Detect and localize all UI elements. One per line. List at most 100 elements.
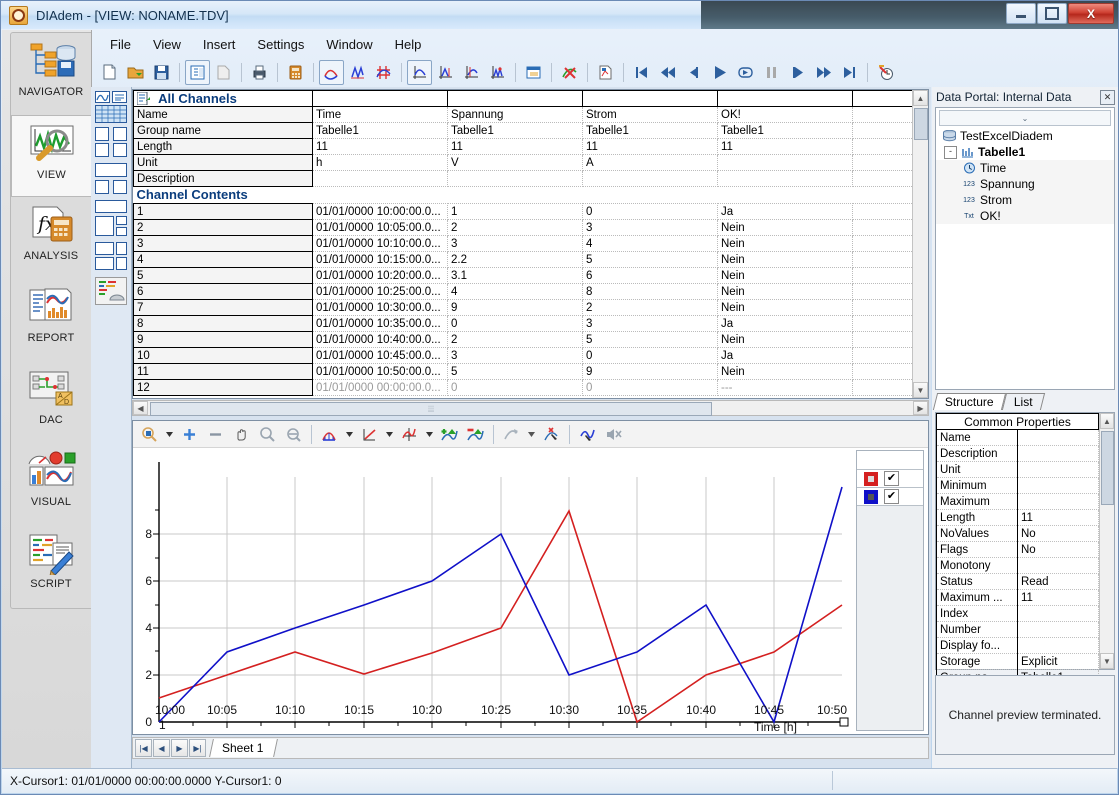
axis-band-icon[interactable] xyxy=(459,60,484,85)
table-cell[interactable]: 4 xyxy=(582,235,718,252)
table-full-icon[interactable] xyxy=(95,105,127,123)
curve-multi-icon[interactable] xyxy=(345,60,370,85)
property-value[interactable]: Read xyxy=(1017,573,1099,590)
table-cell[interactable]: 01/01/0000 10:20:00.0... xyxy=(312,267,448,284)
print-preview-icon[interactable] xyxy=(211,60,236,85)
table-cell[interactable]: Nein xyxy=(717,299,853,316)
table-cell[interactable] xyxy=(312,170,448,187)
table-row[interactable]: Group name Tabelle1 Tabelle1 Tabelle1 Ta… xyxy=(133,122,928,139)
split-2x2-icon[interactable] xyxy=(95,127,109,141)
table-cell[interactable]: 3 xyxy=(582,315,718,332)
magnify-area-icon[interactable] xyxy=(255,422,280,447)
minimize-button[interactable] xyxy=(1006,3,1036,24)
table-cell[interactable]: 01/01/0000 10:50:00.0... xyxy=(312,363,448,380)
table-row[interactable]: 7 01/01/0000 10:30:00.0... 9 2 Nein xyxy=(133,299,928,316)
line-style-dropdown-icon[interactable] xyxy=(383,422,396,447)
table-cell[interactable]: Spannung xyxy=(447,106,583,123)
remove-curve-icon[interactable] xyxy=(463,422,488,447)
tab-list[interactable]: List xyxy=(1001,393,1045,410)
property-value[interactable] xyxy=(1017,605,1099,622)
sheet-last-button[interactable]: ▶| xyxy=(189,739,206,757)
scroll-up-button[interactable]: ▲ xyxy=(913,90,928,106)
table-cell[interactable]: Nein xyxy=(717,267,853,284)
table-cell[interactable]: 01/01/0000 10:40:00.0... xyxy=(312,331,448,348)
close-icon[interactable]: ✕ xyxy=(1100,89,1115,105)
table-cell[interactable]: 01/01/0000 10:25:00.0... xyxy=(312,283,448,300)
property-row[interactable]: Monotony xyxy=(936,557,1099,574)
table-cell[interactable]: 2 xyxy=(447,331,583,348)
cursor-zoom-icon[interactable] xyxy=(137,422,162,447)
list-preview-icon[interactable] xyxy=(112,91,127,103)
sidebar-item-visual[interactable]: VISUAL xyxy=(11,443,91,525)
split-2x2-icon[interactable] xyxy=(95,143,109,157)
table-cell[interactable]: 3 xyxy=(447,347,583,364)
table-cell[interactable]: Nein xyxy=(717,219,853,236)
property-row[interactable]: Flags No xyxy=(936,541,1099,558)
zoom-out-icon[interactable] xyxy=(203,422,228,447)
split-three-icon[interactable] xyxy=(95,257,114,270)
table-cell[interactable]: 4 xyxy=(447,283,583,300)
color-swatch[interactable] xyxy=(864,489,878,504)
play-icon[interactable] xyxy=(707,60,732,85)
table-cell[interactable]: 01/01/0000 10:45:00.0... xyxy=(312,347,448,364)
axis-scale-icon[interactable] xyxy=(397,422,422,447)
legend-row-strom[interactable]: ✔ xyxy=(857,488,923,506)
table-cell[interactable]: 0 xyxy=(447,315,583,332)
legend-row-spannung[interactable]: ✔ xyxy=(857,470,923,488)
rewind-icon[interactable] xyxy=(655,60,680,85)
split-2x2-icon[interactable] xyxy=(113,127,127,141)
axis-curve-icon[interactable] xyxy=(407,59,432,85)
clear-curves-icon[interactable] xyxy=(557,60,582,85)
sidebar-item-dac[interactable]: AD DAC xyxy=(11,361,91,443)
table-row[interactable]: Unit h V A xyxy=(133,154,928,171)
table-cell[interactable]: Nein xyxy=(717,363,853,380)
curve-shape-icon[interactable] xyxy=(317,422,342,447)
sidebar-item-script[interactable]: SCRIPT xyxy=(11,525,91,607)
menu-file[interactable]: File xyxy=(99,34,142,55)
table-cell[interactable]: 5 xyxy=(447,363,583,380)
tree-node-time[interactable]: Time xyxy=(936,160,1114,176)
zoom-in-icon[interactable] xyxy=(177,422,202,447)
calculator-icon[interactable] xyxy=(283,60,308,85)
first-icon[interactable] xyxy=(629,60,654,85)
sheet-next-button[interactable]: ▶ xyxy=(171,739,188,757)
property-value[interactable] xyxy=(1017,637,1099,654)
table-cell[interactable]: 3 xyxy=(582,219,718,236)
property-row[interactable]: Unit xyxy=(936,461,1099,478)
table-cell[interactable]: 9 xyxy=(447,299,583,316)
property-value[interactable]: 11 xyxy=(1017,509,1099,526)
table-cell[interactable]: A xyxy=(582,154,718,171)
property-value[interactable] xyxy=(1017,477,1099,494)
axis-bar-icon[interactable] xyxy=(485,60,510,85)
curve-area-icon[interactable] xyxy=(319,59,344,85)
curve-shape-dropdown-icon[interactable] xyxy=(343,422,356,447)
table-row[interactable]: 4 01/01/0000 10:15:00.0... 2.2 5 Nein xyxy=(133,251,928,268)
report-layout-icon[interactable] xyxy=(185,59,210,85)
filter-bar[interactable]: ⌄ xyxy=(939,110,1111,126)
tab-structure[interactable]: Structure xyxy=(932,393,1006,410)
table-row[interactable]: 2 01/01/0000 10:05:00.0... 2 3 Nein xyxy=(133,219,928,236)
table-cell[interactable]: 01/01/0000 10:05:00.0... xyxy=(312,219,448,236)
scroll-down-button[interactable]: ▼ xyxy=(1100,653,1114,669)
table-row[interactable]: Name Time Spannung Strom OK! xyxy=(133,106,928,123)
split-left-right-icon[interactable] xyxy=(95,216,114,236)
new-document-icon[interactable] xyxy=(97,60,122,85)
table-cell[interactable]: 5 xyxy=(582,331,718,348)
table-cell[interactable]: 11 xyxy=(582,138,718,155)
auto-scale-dropdown-icon[interactable] xyxy=(525,422,538,447)
table-cell[interactable]: Nein xyxy=(717,235,853,252)
property-value[interactable]: No xyxy=(1017,541,1099,558)
scroll-up-button[interactable]: ▲ xyxy=(1100,413,1114,429)
table-cell[interactable]: 2 xyxy=(447,219,583,236)
scrollbar-thumb[interactable]: ⦙⦙⦙ xyxy=(150,402,712,416)
close-button[interactable]: X xyxy=(1068,3,1114,24)
table-row[interactable]: 1 01/01/0000 10:00:00.0... 1 0 Ja xyxy=(133,203,928,220)
table-cell[interactable]: 01/01/0000 10:15:00.0... xyxy=(312,251,448,268)
sheet-first-button[interactable]: |◀ xyxy=(135,739,152,757)
table-cell[interactable]: 0 xyxy=(582,379,718,396)
curve-grid-icon[interactable] xyxy=(371,60,396,85)
mute-icon[interactable] xyxy=(601,422,626,447)
property-row[interactable]: Storage Explicit xyxy=(936,653,1099,670)
chart-plot-area[interactable]: 0 2 4 6 8 10:00 10:05 10:10 10:15 10:20 10:… xyxy=(137,450,854,734)
pan-hand-icon[interactable] xyxy=(229,422,254,447)
